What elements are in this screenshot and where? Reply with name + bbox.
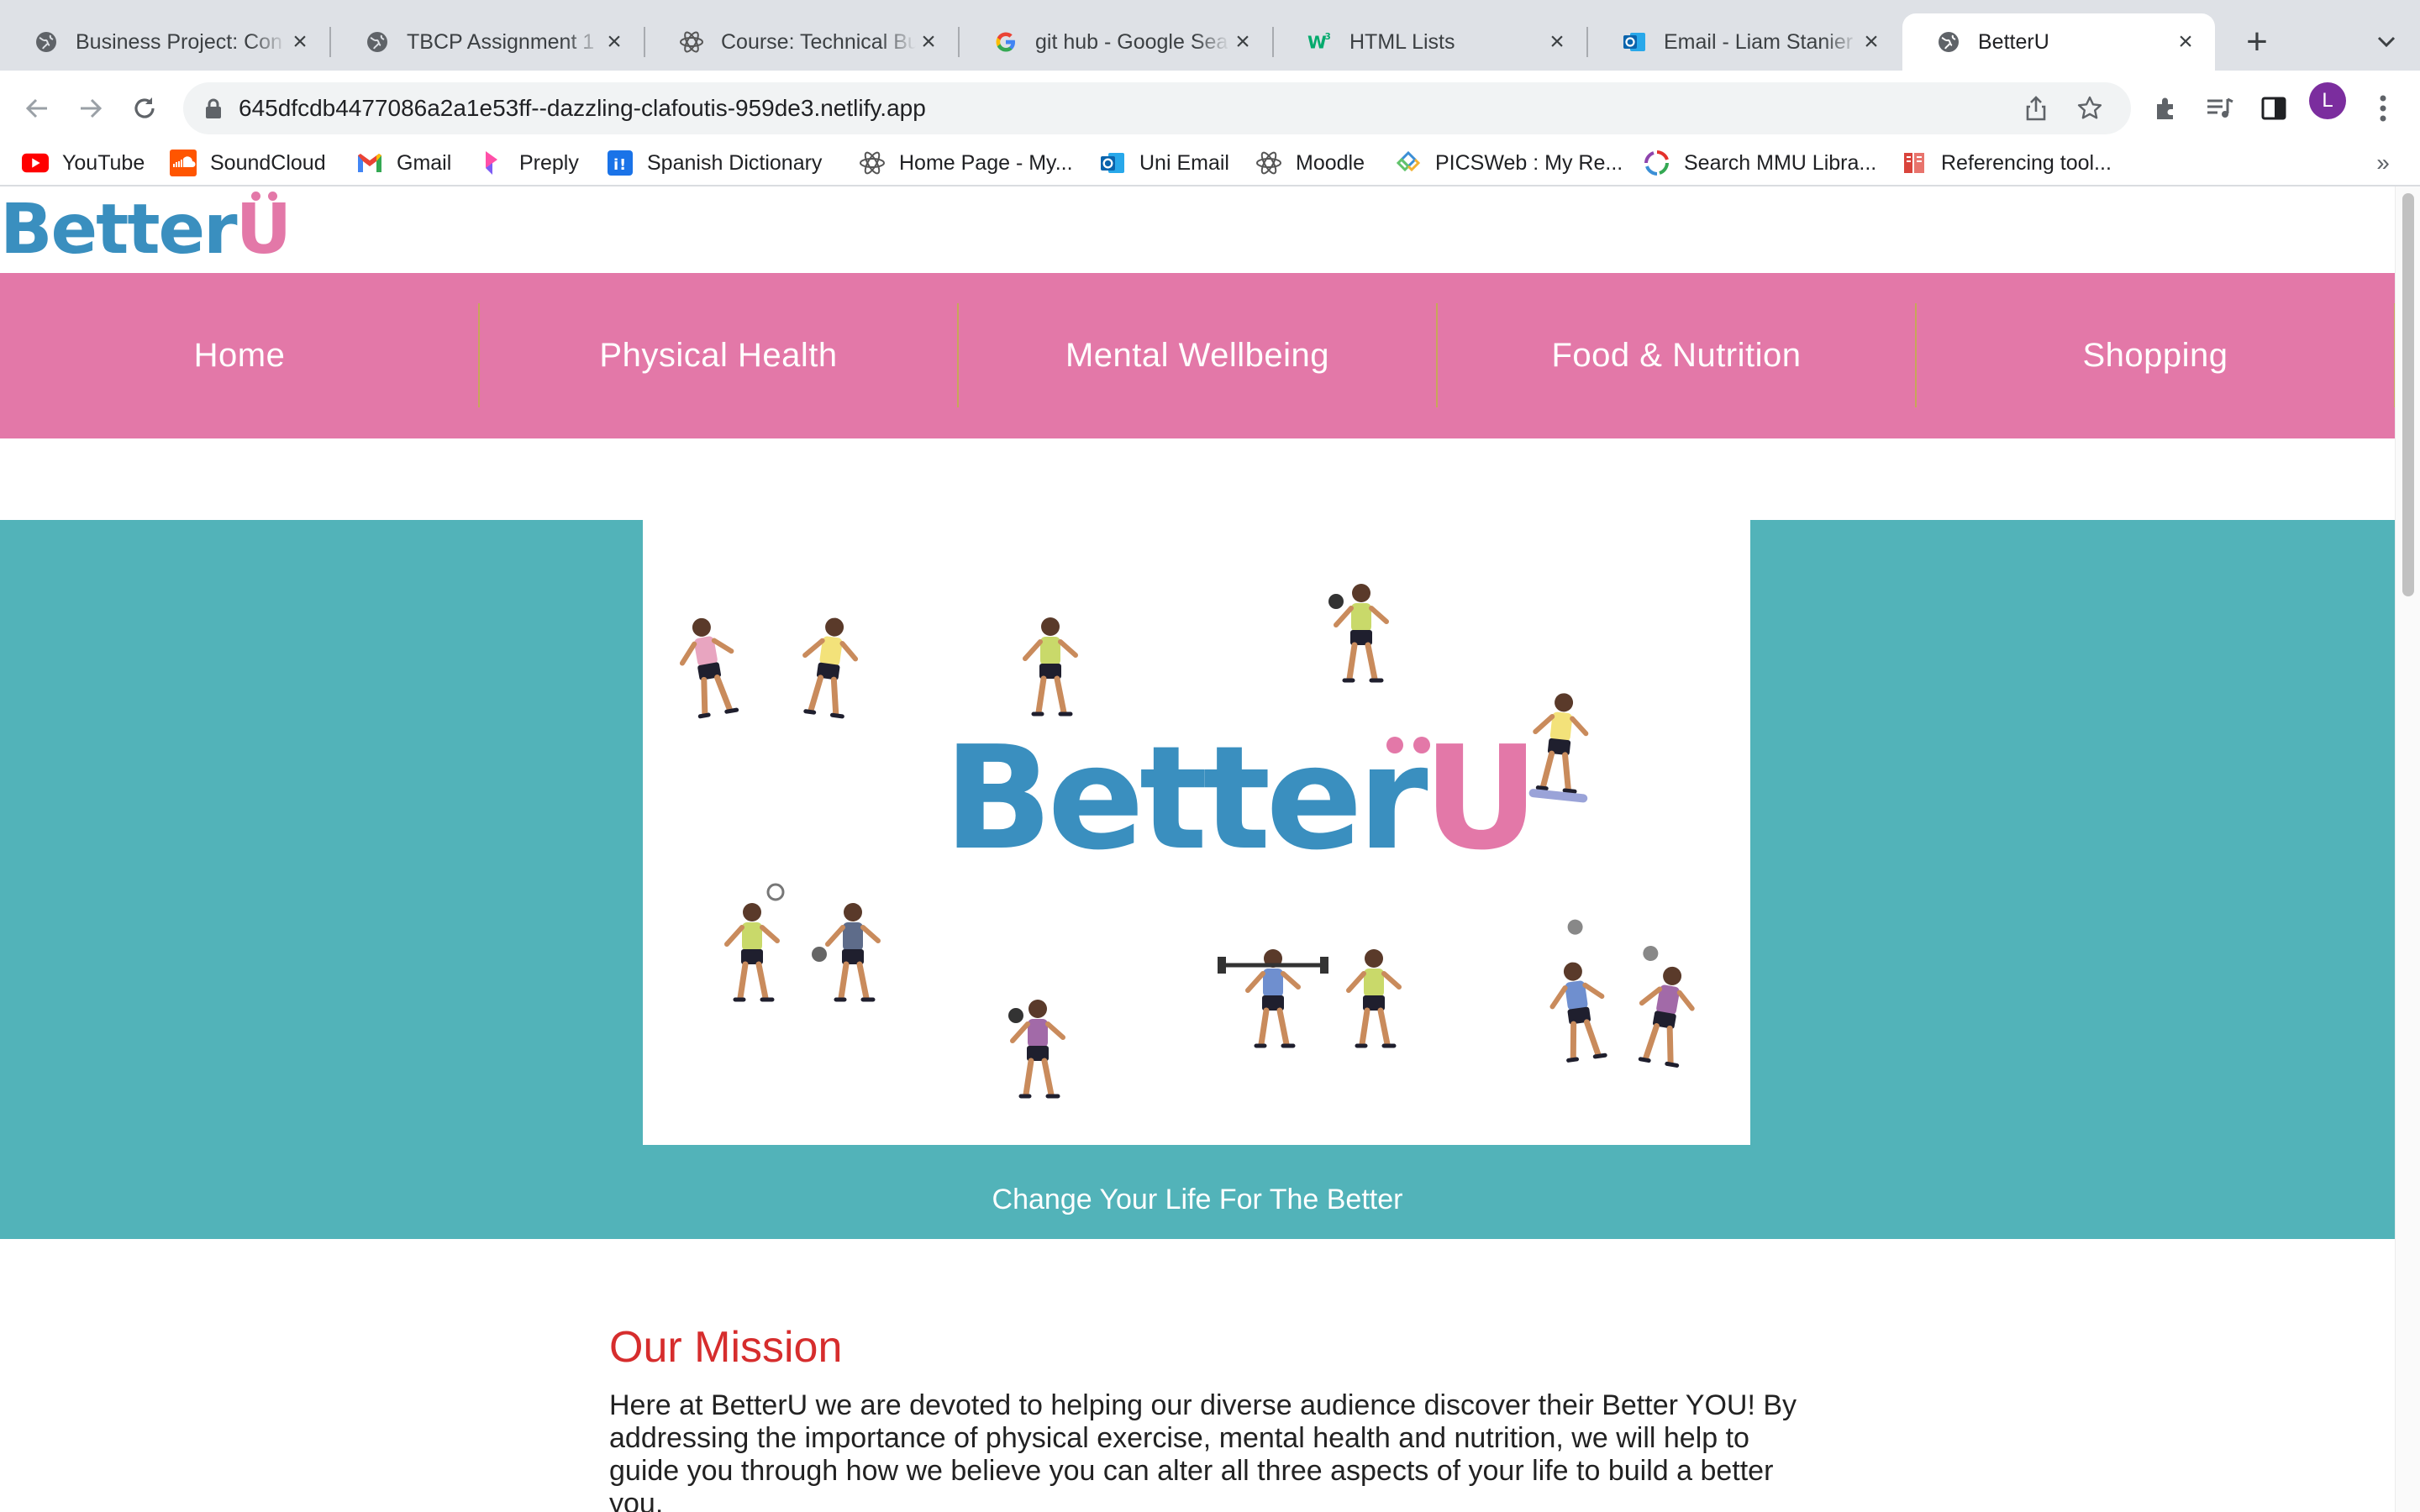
bookmark-moodle[interactable]: Moodle xyxy=(1255,139,1365,186)
svg-text:3: 3 xyxy=(1325,32,1331,42)
page-viewport: Better U Home Physical Health Mental Well… xyxy=(0,186,2395,1512)
avatar[interactable]: L xyxy=(2309,82,2346,119)
tab-email[interactable]: Email - Liam Stanier - × xyxy=(1588,13,1901,71)
main-navigation: Home Physical Health Mental Wellbeing Fo… xyxy=(0,273,2395,438)
tab-title: Course: Technical Bus xyxy=(721,29,916,54)
close-icon[interactable]: × xyxy=(1544,28,1570,55)
url-text[interactable]: 645dfcdb4477086a2a1e53ff--dazzling-clafo… xyxy=(239,82,926,134)
outlook-icon xyxy=(1622,29,1647,55)
new-tab-button[interactable]: + xyxy=(2235,17,2279,67)
atom-icon xyxy=(859,150,886,176)
media-control-icon[interactable] xyxy=(2198,82,2242,134)
close-icon[interactable]: × xyxy=(287,28,313,55)
reload-icon xyxy=(134,97,155,118)
close-icon[interactable]: × xyxy=(916,28,941,55)
tab-html-lists[interactable]: W3 HTML Lists × xyxy=(1274,13,1586,71)
hero-tagline: Change Your Life For The Better xyxy=(992,1184,1403,1215)
globe-icon xyxy=(34,29,59,55)
share-icon[interactable] xyxy=(2022,94,2050,123)
nav-home[interactable]: Home xyxy=(0,273,479,438)
bookmark-referencing-tool[interactable]: Referencing tool... xyxy=(1901,139,2112,186)
hero-logo-text: BetterU xyxy=(944,716,1539,882)
side-panel-icon[interactable] xyxy=(2252,82,2296,134)
bookmark-home-page[interactable]: Home Page - My... xyxy=(859,139,1073,186)
google-icon xyxy=(993,29,1018,55)
bookmark-youtube[interactable]: YouTube xyxy=(22,139,145,186)
arrow-right-icon xyxy=(81,98,103,118)
tab-title: Email - Liam Stanier - xyxy=(1664,29,1859,54)
tab-title: TBCP Assignment 1 Bri xyxy=(407,29,602,54)
book-icon xyxy=(1901,150,1928,176)
atom-icon xyxy=(679,29,704,55)
extensions-icon[interactable] xyxy=(2144,82,2188,134)
bookmark-spanish-dictionary[interactable]: i! Spanish Dictionary xyxy=(607,139,822,186)
close-icon[interactable]: × xyxy=(1230,28,1255,55)
logo-u-text: U xyxy=(236,190,293,270)
tab-tbcp-assignment[interactable]: TBCP Assignment 1 Bri × xyxy=(331,13,644,71)
mission-text: Here at BetterU we are devoted to helpin… xyxy=(609,1389,1797,1512)
bookmarks-bar: YouTube SoundCloud Gmail Preply i! Spani… xyxy=(0,139,2420,186)
tab-title: git hub - Google Sear xyxy=(1035,29,1230,54)
page-scrollbar[interactable] xyxy=(2395,186,2420,1512)
bookmark-gmail[interactable]: Gmail xyxy=(356,139,451,186)
dictionary-icon: i! xyxy=(607,150,634,176)
picsweb-icon xyxy=(1395,150,1422,176)
atom-icon xyxy=(1255,150,1282,176)
preply-icon xyxy=(479,150,506,176)
library-icon xyxy=(1644,150,1670,176)
tab-title: BetterU xyxy=(1978,29,2049,54)
tab-git-hub-search[interactable]: git hub - Google Sear × xyxy=(960,13,1272,71)
outlook-icon xyxy=(1099,150,1126,176)
nav-mental-wellbeing[interactable]: Mental Wellbeing xyxy=(958,273,1437,438)
hero-image: BetterU xyxy=(643,520,1750,1145)
bookmark-soundcloud[interactable]: SoundCloud xyxy=(170,139,326,186)
tab-title: HTML Lists xyxy=(1349,29,1455,54)
umlaut-dots xyxy=(243,192,293,202)
gmail-icon xyxy=(356,150,383,176)
close-icon[interactable]: × xyxy=(602,28,627,55)
w3schools-icon: W3 xyxy=(1307,29,1333,55)
back-button[interactable] xyxy=(12,82,62,134)
svg-text:i: i xyxy=(613,156,618,174)
bookmark-preply[interactable]: Preply xyxy=(479,139,579,186)
youtube-icon xyxy=(22,150,49,176)
chevron-down-icon[interactable] xyxy=(2370,24,2403,60)
close-icon[interactable]: × xyxy=(1859,28,1884,55)
svg-text:W: W xyxy=(1307,33,1327,53)
arrow-left-icon xyxy=(25,98,47,118)
bookmark-picsweb[interactable]: PICSWeb : My Re... xyxy=(1395,139,1623,186)
nav-food-nutrition[interactable]: Food & Nutrition xyxy=(1437,273,1916,438)
mission-heading: Our Mission xyxy=(609,1323,843,1372)
scrollbar-thumb[interactable] xyxy=(2402,193,2414,596)
reload-button[interactable] xyxy=(119,82,170,134)
forward-button[interactable] xyxy=(66,82,116,134)
bookmarks-overflow-button[interactable]: » xyxy=(2366,139,2400,186)
globe-icon xyxy=(365,29,390,55)
tab-course[interactable]: Course: Technical Bus × xyxy=(645,13,958,71)
hero-banner: BetterU Change Your Life For The Better xyxy=(0,520,2395,1239)
site-logo[interactable]: Better U xyxy=(0,186,292,274)
globe-icon xyxy=(1936,29,1961,55)
tab-title: Business Project: Con xyxy=(76,29,282,54)
svg-text:!: ! xyxy=(619,156,626,174)
logo-better-text: Better xyxy=(0,190,238,270)
nav-shopping[interactable]: Shopping xyxy=(1916,273,2395,438)
close-icon[interactable]: × xyxy=(2173,28,2198,55)
tab-business-project[interactable]: Business Project: Con × xyxy=(0,13,329,71)
lock-icon[interactable] xyxy=(202,97,225,120)
tab-strip: Business Project: Con × TBCP Assignment … xyxy=(0,0,2420,71)
bookmark-search-mmu-library[interactable]: Search MMU Libra... xyxy=(1644,139,1876,186)
star-icon[interactable] xyxy=(2075,94,2104,123)
tab-betteru[interactable]: BetterU × xyxy=(1902,13,2215,71)
soundcloud-icon xyxy=(170,150,197,176)
address-bar[interactable]: 645dfcdb4477086a2a1e53ff--dazzling-clafo… xyxy=(183,82,2131,134)
bookmark-uni-email[interactable]: Uni Email xyxy=(1099,139,1229,186)
nav-physical-health[interactable]: Physical Health xyxy=(479,273,958,438)
menu-dots-icon[interactable] xyxy=(2361,82,2405,134)
